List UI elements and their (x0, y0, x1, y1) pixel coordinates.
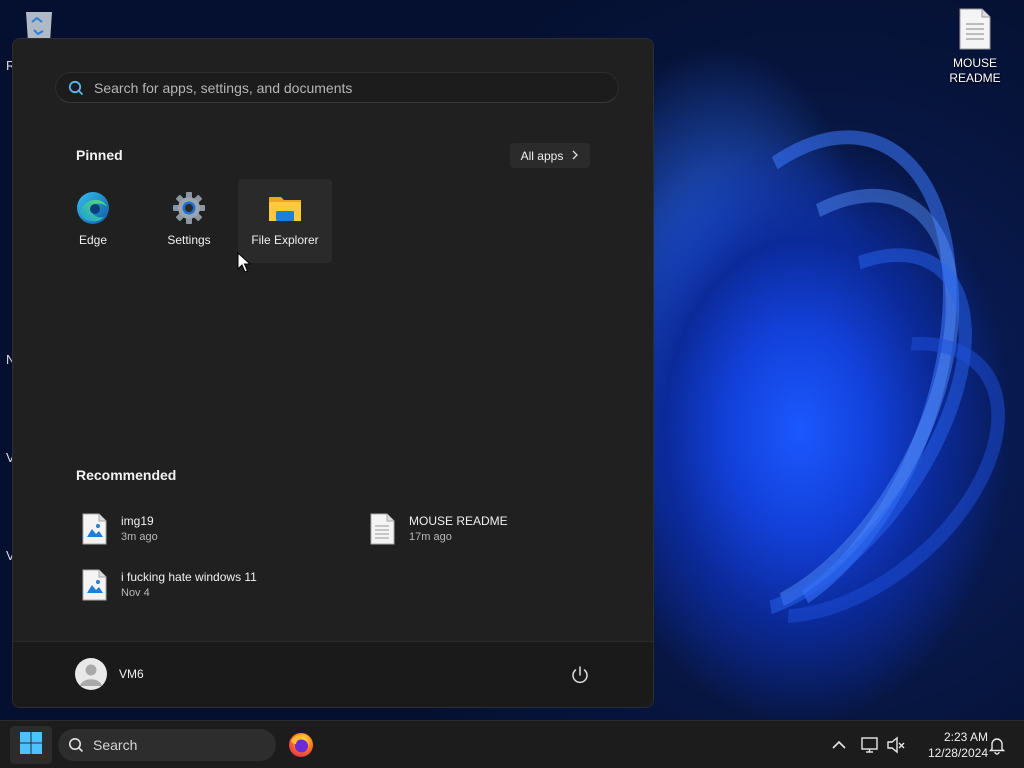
user-account-button[interactable]: VM6 (75, 658, 144, 690)
start-menu-footer: VM6 (13, 641, 653, 707)
text-file-icon (958, 8, 992, 50)
user-name: VM6 (119, 667, 144, 681)
taskbar-search-box[interactable]: Search (58, 729, 276, 761)
pinned-app-edge[interactable]: Edge (46, 179, 140, 263)
recommended-item-mouse-readme[interactable]: MOUSE README 17m ago (365, 507, 625, 551)
show-hidden-icons-chevron-up-icon[interactable] (829, 735, 849, 755)
recommended-item-name: i fucking hate windows 11 (121, 570, 257, 584)
recommended-item-name: img19 (121, 514, 154, 528)
pinned-app-label: Edge (78, 233, 108, 247)
pinned-app-file-explorer[interactable]: File Explorer (238, 179, 332, 263)
recommended-item-time: 17m ago (409, 531, 452, 543)
avatar (75, 658, 107, 690)
recommended-title: Recommended (76, 467, 177, 483)
notifications-bell-icon[interactable] (987, 735, 1007, 755)
image-file-icon (81, 513, 107, 545)
clock-time: 2:23 AM (943, 730, 988, 744)
volume-muted-icon[interactable] (886, 735, 906, 755)
firefox-icon[interactable] (288, 732, 314, 758)
recommended-item-time: Nov 4 (121, 587, 150, 599)
all-apps-label: All apps (520, 148, 564, 163)
pinned-title: Pinned (76, 147, 123, 163)
taskbar: Search 2:23 AM 12/28/2024 (0, 720, 1024, 768)
start-search-input[interactable] (94, 79, 594, 96)
desktop-icon-label: MOUSE README (949, 56, 1001, 85)
all-apps-button[interactable]: All apps (510, 143, 590, 168)
desktop-icon-mouse-readme[interactable]: MOUSE README (935, 8, 1015, 86)
recycle-bin-icon[interactable] (20, 8, 58, 42)
text-file-icon (369, 513, 395, 545)
recommended-item-name: MOUSE README (409, 514, 508, 528)
clock-date: 12/28/2024 (927, 746, 988, 760)
taskbar-search-label: Search (93, 737, 138, 753)
chevron-right-icon (571, 149, 579, 163)
network-disconnected-icon[interactable] (860, 735, 880, 755)
recommended-item-image[interactable]: i fucking hate windows 11 Nov 4 (77, 563, 337, 607)
settings-gear-icon (172, 191, 206, 225)
mouse-cursor-icon (237, 251, 252, 274)
pinned-app-label: Settings (167, 233, 211, 247)
folder-icon (268, 191, 302, 225)
start-search-box[interactable] (55, 72, 619, 103)
search-icon (68, 80, 84, 96)
recommended-item-time: 3m ago (121, 531, 158, 543)
start-menu: Pinned All apps Edge (12, 38, 654, 708)
power-icon[interactable] (569, 664, 591, 686)
windows-logo-icon (19, 731, 43, 760)
taskbar-clock[interactable]: 2:23 AM 12/28/2024 (912, 729, 988, 761)
pinned-app-label: File Explorer (251, 233, 319, 247)
recommended-item-img19[interactable]: img19 3m ago (77, 507, 337, 551)
image-file-icon (81, 569, 107, 601)
edge-icon (76, 191, 110, 225)
pinned-app-settings[interactable]: Settings (142, 179, 236, 263)
search-icon (68, 737, 84, 753)
start-button[interactable] (10, 726, 52, 764)
